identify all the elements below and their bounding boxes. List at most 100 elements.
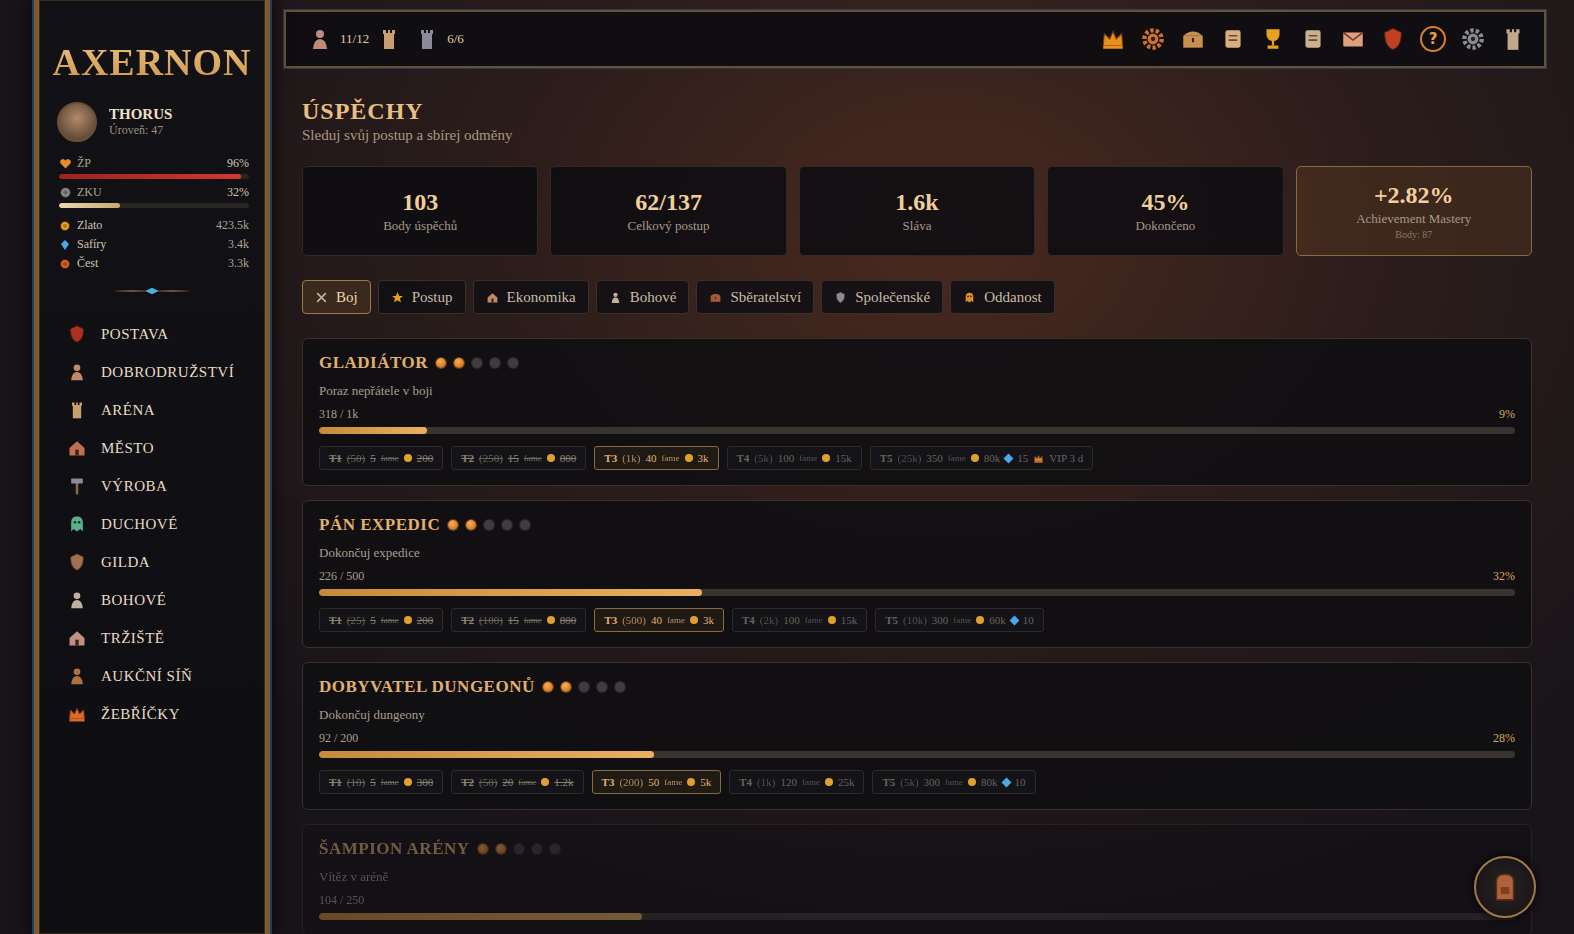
topbar-button[interactable]	[1140, 26, 1166, 52]
tier-fame-unit: fame	[381, 615, 399, 625]
star-dot	[490, 358, 500, 368]
coin-icon	[690, 616, 698, 624]
topbar-button[interactable]	[1500, 26, 1526, 52]
coin-icon	[971, 454, 979, 462]
coin-icon	[59, 220, 71, 232]
tier-requirement: (50)	[479, 776, 497, 788]
tier-chip: T1(25)5fame200	[319, 608, 443, 632]
progress-row: 92 / 20028%	[319, 731, 1515, 746]
category-tab[interactable]: Bohové	[596, 280, 690, 314]
currency-value: 3.4k	[228, 237, 249, 252]
god-icon	[609, 291, 622, 304]
sidebar-item[interactable]: AUKČNÍ SÍŇ	[67, 657, 265, 695]
category-tab[interactable]: Postup	[378, 280, 466, 314]
tier-requirement: (25)	[347, 614, 365, 626]
currencies: Zlato423.5kSafíry3.4kČest3.3k	[39, 216, 265, 273]
sidebar-item[interactable]: GILDA	[67, 543, 265, 581]
vital-fill	[59, 174, 241, 179]
player-name: THORUS	[109, 106, 172, 123]
currency-row: Safíry3.4k	[39, 235, 265, 254]
page-title: ÚSPĚCHY	[302, 98, 1532, 125]
coin-icon	[404, 778, 412, 786]
sidebar-item-label: ŽEBŘÍČKY	[101, 706, 180, 723]
category-tab[interactable]: Boj	[302, 280, 371, 314]
stat-sub: Body: 87	[1395, 229, 1432, 240]
currency-value: 3.3k	[228, 256, 249, 271]
star-dot	[520, 520, 530, 530]
tier-sapphires: 10	[1023, 614, 1034, 626]
sidebar-item[interactable]: DUCHOVÉ	[67, 505, 265, 543]
adventure-icon	[67, 362, 87, 382]
achievement-name: DOBYVATEL DUNGEONŮ	[319, 677, 535, 697]
market-icon	[67, 628, 87, 648]
achievement-name: ŠAMPION ARÉNY	[319, 839, 470, 859]
progress-fill	[319, 589, 702, 596]
currency-row: Zlato423.5k	[39, 216, 265, 235]
sidebar-item-label: BOHOVÉ	[101, 592, 167, 609]
vital-value: 96%	[227, 156, 249, 171]
tier-chip: T4(5k)100fame15k	[727, 446, 862, 470]
tier-fame-unit: fame	[662, 453, 680, 463]
topbar-button[interactable]	[1460, 26, 1486, 52]
topbar-button[interactable]	[1100, 26, 1126, 52]
star-dot	[484, 520, 494, 530]
stat-label: Achievement Mastery	[1356, 211, 1471, 227]
topbar-button[interactable]	[1180, 26, 1206, 52]
category-tab[interactable]: Oddanost	[950, 280, 1055, 314]
ornament-icon	[112, 281, 192, 301]
category-tab[interactable]: Společenské	[821, 280, 943, 314]
avatar	[57, 102, 97, 142]
tier-sapphires: 15	[1017, 452, 1028, 464]
topbar-button[interactable]	[1220, 26, 1246, 52]
tab-label: Bohové	[630, 289, 677, 306]
sidebar-item[interactable]: POSTAVA	[67, 315, 265, 353]
top-bar: 11/126/6?	[284, 10, 1546, 68]
coin-icon	[404, 616, 412, 624]
sidebar-item[interactable]: TRŽIŠTĚ	[67, 619, 265, 657]
auction-icon	[67, 666, 87, 686]
category-tab[interactable]: Sběratelství	[696, 280, 814, 314]
sidebar-item[interactable]: DOBRODRUŽSTVÍ	[67, 353, 265, 391]
tier-list: T1(25)5fame200T2(100)15fame800T3(500)40f…	[319, 608, 1515, 632]
coin-icon	[968, 778, 976, 786]
tier-gold: 15k	[841, 614, 858, 626]
sapphire-icon	[1004, 453, 1014, 463]
chest-icon	[1180, 26, 1206, 52]
stat-value: 103	[402, 189, 438, 216]
achievement-description: Dokončuj expedice	[319, 545, 1515, 561]
ranking-icon	[67, 704, 87, 724]
inventory-button[interactable]	[1474, 856, 1536, 918]
achievement-description: Vítěz v aréně	[319, 869, 1515, 885]
topbar-button[interactable]	[1340, 26, 1366, 52]
star-dot	[496, 844, 506, 854]
tier-gold: 200	[417, 452, 434, 464]
topbar-button[interactable]	[1380, 26, 1406, 52]
sidebar-item[interactable]: MĚSTO	[67, 429, 265, 467]
tier-label: T2	[461, 452, 474, 464]
tier-label: T3	[604, 614, 617, 626]
sidebar-item[interactable]: ŽEBŘÍČKY	[67, 695, 265, 733]
star-icon	[391, 291, 404, 304]
sidebar-item[interactable]: VÝROBA	[67, 467, 265, 505]
tab-label: Ekonomika	[507, 289, 576, 306]
topbar-button[interactable]	[1300, 26, 1326, 52]
sidebar-item[interactable]: ARÉNA	[67, 391, 265, 429]
tier-sapphires: 10	[1015, 776, 1026, 788]
sidebar-item[interactable]: BOHOVÉ	[67, 581, 265, 619]
arena-icon	[67, 400, 87, 420]
achievement-description: Dokončuj dungeony	[319, 707, 1515, 723]
tab-label: Sběratelství	[730, 289, 801, 306]
player-level: Úroveň: 47	[109, 123, 172, 138]
vital-value: 32%	[227, 185, 249, 200]
tier-fame: 100	[783, 614, 800, 626]
topbar-button[interactable]	[1260, 26, 1286, 52]
achievement-name: PÁN EXPEDIC	[319, 515, 440, 535]
category-tab[interactable]: Ekonomika	[473, 280, 589, 314]
tier-fame-unit: fame	[524, 615, 542, 625]
help-button[interactable]: ?	[1420, 26, 1446, 52]
shield-icon	[59, 186, 72, 199]
star-dot	[597, 682, 607, 692]
tier-gold: 60k	[989, 614, 1006, 626]
star-dot	[436, 358, 446, 368]
tier-gold: 3k	[703, 614, 714, 626]
